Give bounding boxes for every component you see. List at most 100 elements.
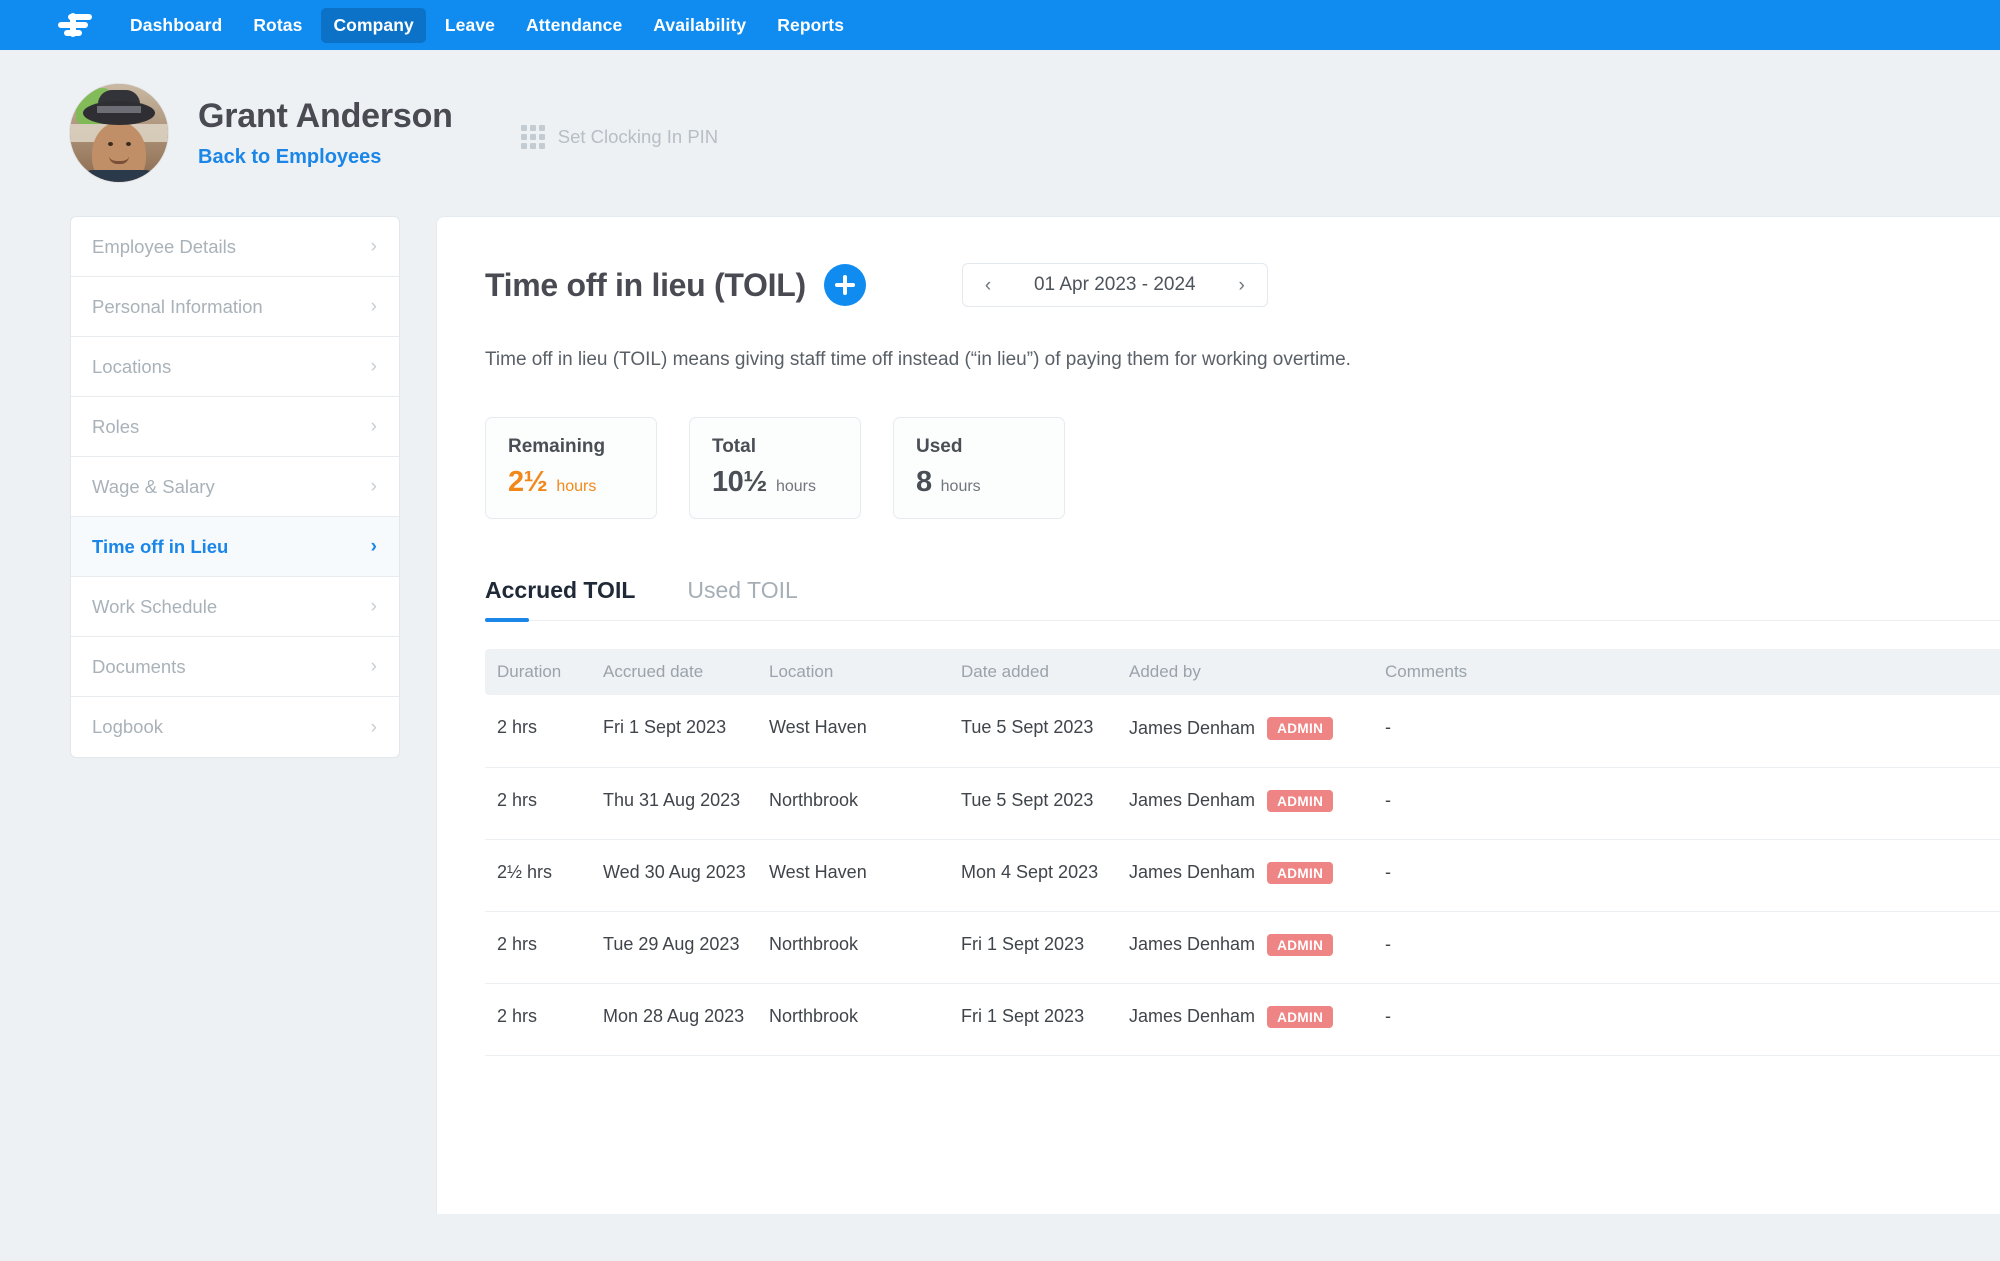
sidebar-item-documents[interactable]: Documents › bbox=[71, 637, 399, 697]
cell-date-added: Tue 5 Sept 2023 bbox=[961, 695, 1129, 768]
tab-used-toil[interactable]: Used TOIL bbox=[687, 577, 797, 620]
cell-location: Northbrook bbox=[769, 911, 961, 984]
column-header-duration[interactable]: Duration bbox=[485, 649, 603, 695]
toil-page-title: Time off in lieu (TOIL) bbox=[485, 266, 806, 303]
cell-accrued-date: Wed 30 Aug 2023 bbox=[603, 839, 769, 912]
cell-accrued-date: Fri 1 Sept 2023 bbox=[603, 695, 769, 768]
column-header-accrued-date[interactable]: Accrued date bbox=[603, 649, 769, 695]
top-navigation-bar: Dashboard Rotas Company Leave Attendance… bbox=[0, 0, 2000, 50]
toil-description: Time off in lieu (TOIL) means giving sta… bbox=[485, 349, 1351, 370]
sidebar-item-time-off-in-lieu[interactable]: Time off in Lieu › bbox=[71, 517, 399, 577]
back-to-employees-link[interactable]: Back to Employees bbox=[198, 146, 453, 169]
cell-duration: 2 hrs bbox=[485, 695, 603, 768]
cell-duration: 2 hrs bbox=[485, 767, 603, 840]
page-title: Grant Anderson bbox=[198, 97, 453, 136]
accrued-toil-table: Duration Accrued date Location Date adde… bbox=[485, 649, 2000, 1056]
table-row[interactable]: 2 hrs Thu 31 Aug 2023 Northbrook Tue 5 S… bbox=[485, 767, 2000, 840]
column-header-location[interactable]: Location bbox=[769, 649, 961, 695]
nav-item-leave[interactable]: Leave bbox=[433, 8, 507, 43]
sidebar-item-employee-details[interactable]: Employee Details › bbox=[71, 217, 399, 277]
chevron-right-icon: › bbox=[370, 656, 377, 677]
set-clocking-in-pin-button[interactable]: Set Clocking In PIN bbox=[520, 125, 719, 149]
cell-added-by: James Denham ADMIN bbox=[1129, 911, 1385, 984]
column-header-date-added[interactable]: Date added bbox=[961, 649, 1129, 695]
stat-label: Total bbox=[712, 436, 756, 457]
cell-location: West Haven bbox=[769, 839, 961, 912]
sidebar-item-work-schedule[interactable]: Work Schedule › bbox=[71, 577, 399, 637]
cell-location: Northbrook bbox=[769, 983, 961, 1056]
chevron-right-icon: › bbox=[370, 476, 377, 497]
added-by-name: James Denham bbox=[1129, 717, 1256, 738]
status-badge: ADMIN bbox=[1267, 861, 1334, 884]
employee-sidebar-nav: Employee Details › Personal Information … bbox=[70, 216, 400, 758]
toil-main-panel: Time off in lieu (TOIL) ‹ 01 Apr 2023 - … bbox=[436, 216, 2000, 1214]
sidebar-item-label: Personal Information bbox=[92, 295, 263, 317]
next-period-button[interactable]: › bbox=[1238, 276, 1244, 295]
table-row[interactable]: 2½ hrs Wed 30 Aug 2023 West Haven Mon 4 … bbox=[485, 839, 2000, 912]
sidebar-item-personal-information[interactable]: Personal Information › bbox=[71, 277, 399, 337]
nav-item-company[interactable]: Company bbox=[321, 7, 426, 43]
nav-item-rotas[interactable]: Rotas bbox=[241, 8, 314, 43]
added-by-name: James Denham bbox=[1129, 862, 1256, 883]
column-header-comments[interactable]: Comments bbox=[1385, 649, 2000, 695]
stat-card-total: Total 10½ hours bbox=[689, 417, 861, 519]
cell-added-by: James Denham ADMIN bbox=[1129, 695, 1385, 768]
nav-item-attendance[interactable]: Attendance bbox=[514, 8, 634, 43]
cell-comments: - bbox=[1385, 911, 2000, 984]
cell-duration: 2½ hrs bbox=[485, 839, 603, 912]
cell-duration: 2 hrs bbox=[485, 911, 603, 984]
stat-value: 10½ bbox=[712, 466, 767, 498]
employee-profile-header: Grant Anderson Back to Employees Set Clo… bbox=[0, 50, 2000, 216]
table-row[interactable]: 2 hrs Mon 28 Aug 2023 Northbrook Fri 1 S… bbox=[485, 983, 2000, 1056]
sidebar-item-roles[interactable]: Roles › bbox=[71, 397, 399, 457]
table-row[interactable]: 2 hrs Fri 1 Sept 2023 West Haven Tue 5 S… bbox=[485, 695, 2000, 768]
stat-label: Remaining bbox=[508, 436, 606, 457]
status-badge: ADMIN bbox=[1267, 1005, 1334, 1028]
toil-tabs: Accrued TOIL Used TOIL bbox=[485, 577, 2000, 622]
added-by-name: James Denham bbox=[1129, 790, 1256, 811]
date-range-label: 01 Apr 2023 - 2024 bbox=[1033, 274, 1196, 295]
toil-title-row: Time off in lieu (TOIL) ‹ 01 Apr 2023 - … bbox=[485, 263, 2000, 307]
rotaready-logo-icon[interactable] bbox=[58, 12, 92, 38]
date-range-navigator: ‹ 01 Apr 2023 - 2024 › bbox=[961, 263, 1268, 307]
cell-date-added: Fri 1 Sept 2023 bbox=[961, 911, 1129, 984]
added-by-name: James Denham bbox=[1129, 934, 1256, 955]
sidebar-item-label: Employee Details bbox=[92, 235, 236, 257]
nav-item-reports[interactable]: Reports bbox=[765, 8, 856, 43]
sidebar-item-label: Time off in Lieu bbox=[92, 535, 229, 557]
stat-unit: hours bbox=[556, 478, 597, 495]
cell-comments: - bbox=[1385, 695, 2000, 768]
cell-added-by: James Denham ADMIN bbox=[1129, 767, 1385, 840]
status-badge: ADMIN bbox=[1267, 789, 1334, 812]
sidebar-item-label: Work Schedule bbox=[92, 595, 218, 617]
stat-card-used: Used 8 hours bbox=[893, 417, 1065, 519]
cell-accrued-date: Thu 31 Aug 2023 bbox=[603, 767, 769, 840]
chevron-right-icon: › bbox=[370, 596, 377, 617]
chevron-right-icon: › bbox=[370, 236, 377, 257]
table-row[interactable]: 2 hrs Tue 29 Aug 2023 Northbrook Fri 1 S… bbox=[485, 911, 2000, 984]
sidebar-item-locations[interactable]: Locations › bbox=[71, 337, 399, 397]
cell-date-added: Mon 4 Sept 2023 bbox=[961, 839, 1129, 912]
chevron-right-icon: › bbox=[370, 416, 377, 437]
added-by-name: James Denham bbox=[1129, 1006, 1256, 1027]
cell-added-by: James Denham ADMIN bbox=[1129, 839, 1385, 912]
status-badge: ADMIN bbox=[1267, 933, 1334, 956]
stat-value: 8 bbox=[916, 466, 932, 498]
column-header-added-by[interactable]: Added by bbox=[1129, 649, 1385, 695]
previous-period-button[interactable]: ‹ bbox=[985, 276, 991, 295]
sidebar-item-label: Locations bbox=[92, 355, 172, 377]
stat-unit: hours bbox=[775, 478, 816, 495]
sidebar-item-logbook[interactable]: Logbook › bbox=[71, 697, 399, 757]
cell-added-by: James Denham ADMIN bbox=[1129, 983, 1385, 1056]
cell-comments: - bbox=[1385, 839, 2000, 912]
nav-item-availability[interactable]: Availability bbox=[641, 8, 758, 43]
tab-accrued-toil[interactable]: Accrued TOIL bbox=[485, 577, 635, 622]
stat-unit: hours bbox=[940, 478, 981, 495]
add-toil-button[interactable] bbox=[823, 264, 866, 306]
chevron-right-icon: › bbox=[370, 296, 377, 317]
sidebar-item-wage-and-salary[interactable]: Wage & Salary › bbox=[71, 457, 399, 517]
sidebar-item-label: Wage & Salary bbox=[92, 475, 215, 497]
chevron-right-icon: › bbox=[370, 716, 377, 738]
set-clocking-in-pin-label: Set Clocking In PIN bbox=[557, 126, 719, 147]
nav-item-dashboard[interactable]: Dashboard bbox=[118, 8, 234, 43]
